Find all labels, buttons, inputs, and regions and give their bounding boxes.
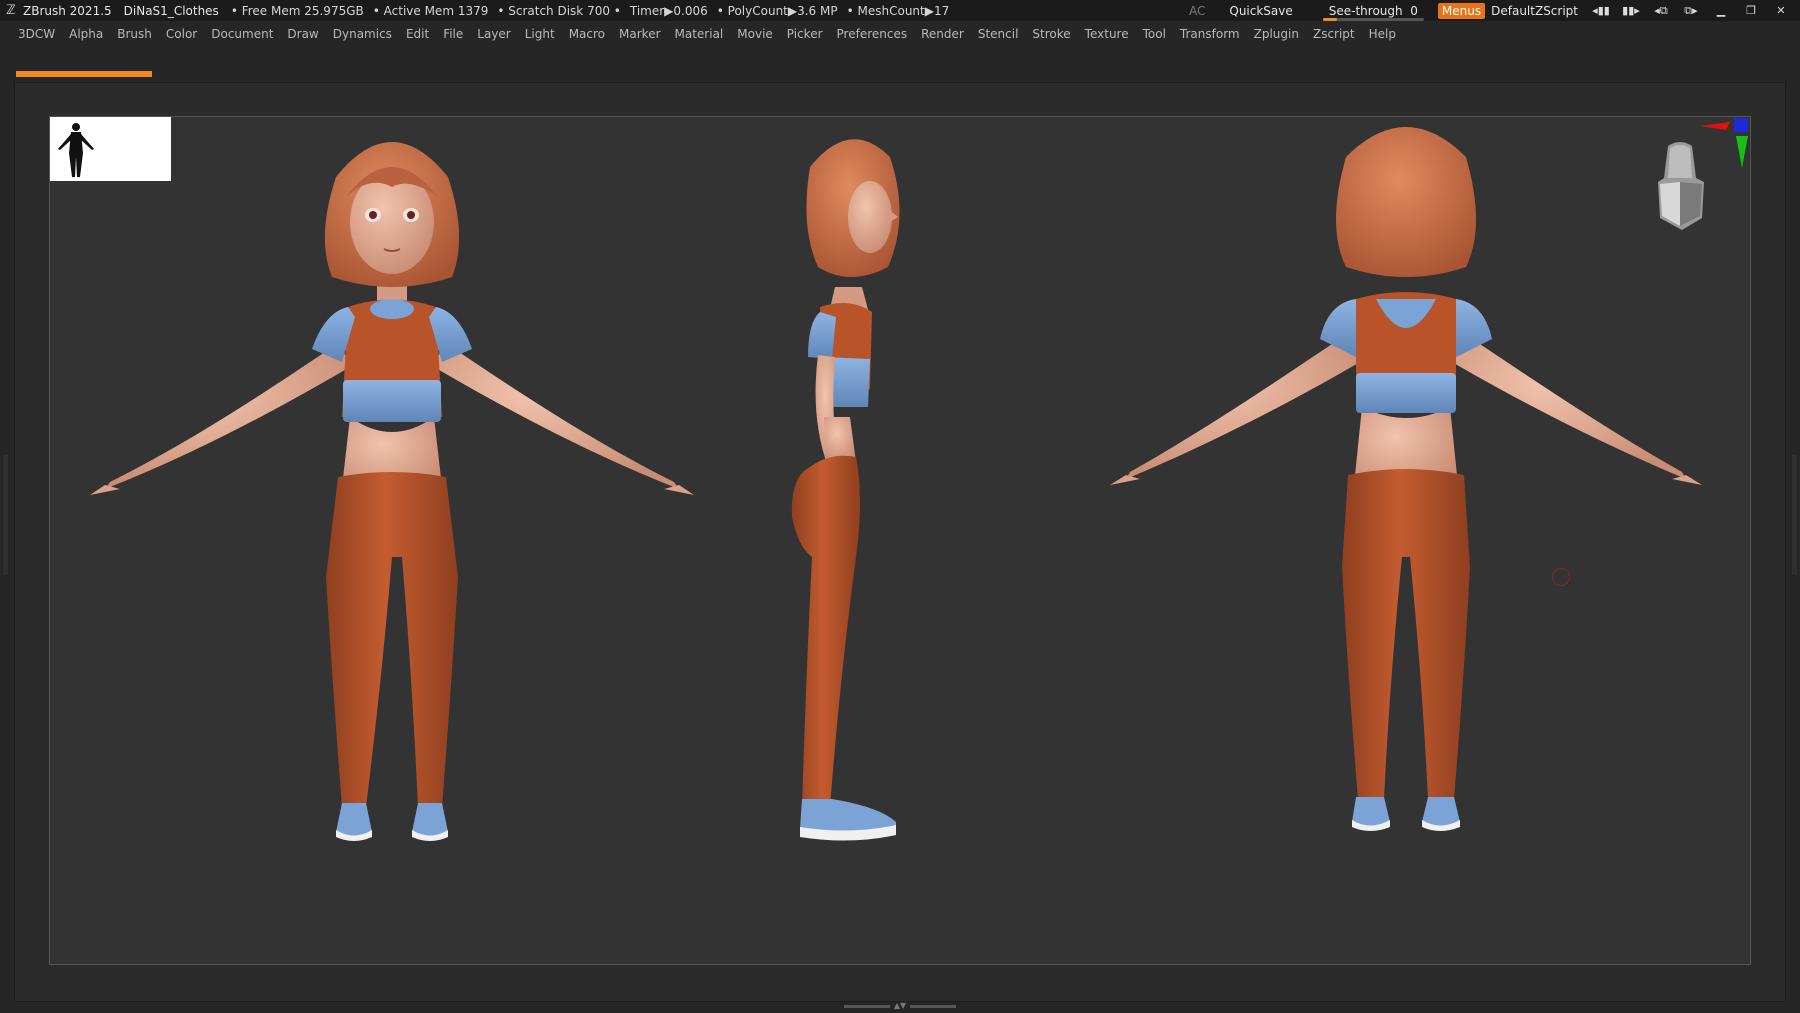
navigator-silhouette-icon [58,123,94,177]
see-through-slider[interactable]: See-through 0 [1322,3,1424,21]
right-tray-handle[interactable] [1792,455,1797,575]
menu-3dcw[interactable]: 3DCW [18,27,55,41]
menu-zplugin[interactable]: Zplugin [1254,27,1299,41]
menu-texture[interactable]: Texture [1085,27,1129,41]
menu-brush[interactable]: Brush [117,27,152,41]
layout-toggle-icon[interactable]: ◂⧉ [1650,4,1672,18]
layout-save-icon[interactable]: ⧉▸ [1680,4,1702,18]
menu-edit[interactable]: Edit [406,27,429,41]
ac-button[interactable]: AC [1189,4,1205,18]
menu-draw[interactable]: Draw [287,27,318,41]
see-through-value: 0 [1410,3,1418,18]
zbrush-logo-icon: ℤ [6,2,16,18]
scratch-disk-stat: • Scratch Disk 700 • [497,3,621,18]
menu-macro[interactable]: Macro [569,27,605,41]
menu-layer[interactable]: Layer [477,27,510,41]
head-navigator-icon[interactable] [1652,138,1708,234]
menus-button[interactable]: Menus [1437,2,1486,19]
menu-file[interactable]: File [443,27,463,41]
menu-alpha[interactable]: Alpha [69,27,103,41]
window-restore-icon[interactable]: ❐ [1740,4,1762,17]
menu-transform[interactable]: Transform [1180,27,1240,41]
menu-color[interactable]: Color [166,27,197,41]
menu-dynamics[interactable]: Dynamics [333,27,392,41]
character-back-view [1110,127,1702,831]
menu-render[interactable]: Render [921,27,964,41]
layout-right-icon[interactable]: ▮▮▸ [1620,4,1642,17]
menu-material[interactable]: Material [675,27,724,41]
default-zscript-button[interactable]: DefaultZScript [1491,4,1578,18]
timer-stat: Timer▶0.006 [629,3,708,18]
menu-stroke[interactable]: Stroke [1032,27,1070,41]
free-mem-stat: • Free Mem 25.975GB [230,3,364,18]
navigator-thumbnail[interactable] [50,117,171,181]
menu-bar: 3DCW Alpha Brush Color Document Draw Dyn… [0,21,1800,47]
character-side-view [791,139,900,841]
progress-indicator [16,71,152,77]
active-mem-stat: • Active Mem 1379 [372,3,489,18]
expand-arrows-icon: ▲▼ [893,1001,907,1010]
window-close-icon[interactable]: ✕ [1770,4,1792,17]
menu-document[interactable]: Document [211,27,273,41]
menu-light[interactable]: Light [525,27,555,41]
menu-picker[interactable]: Picker [787,27,823,41]
menu-zscript[interactable]: Zscript [1313,27,1355,41]
menu-preferences[interactable]: Preferences [837,27,908,41]
menu-help[interactable]: Help [1369,27,1396,41]
document-name: DiNaS1_Clothes [123,3,219,18]
brush-cursor-icon [1552,568,1570,586]
menu-stencil[interactable]: Stencil [978,27,1019,41]
polycount-stat: • PolyCount▶3.6 MP [716,3,838,18]
menu-tool[interactable]: Tool [1143,27,1166,41]
title-bar: ℤ ZBrush 2021.5 DiNaS1_Clothes • Free Me… [0,0,1800,21]
meshcount-stat: • MeshCount▶17 [846,3,950,18]
window-minimize-icon[interactable]: ▁ [1710,4,1732,17]
layout-left-icon[interactable]: ◂▮▮ [1590,4,1612,17]
character-front-view [90,142,694,841]
character-turnaround [90,127,1702,841]
bottom-tray-handle[interactable]: ▲▼ [838,1001,962,1010]
app-name: ZBrush 2021.5 [23,3,112,18]
menu-movie[interactable]: Movie [737,27,773,41]
see-through-label: See-through [1328,3,1403,18]
left-tray-handle[interactable] [3,455,8,575]
menu-marker[interactable]: Marker [619,27,660,41]
quicksave-button[interactable]: QuickSave [1229,4,1292,18]
canvas-viewport[interactable] [49,116,1751,965]
